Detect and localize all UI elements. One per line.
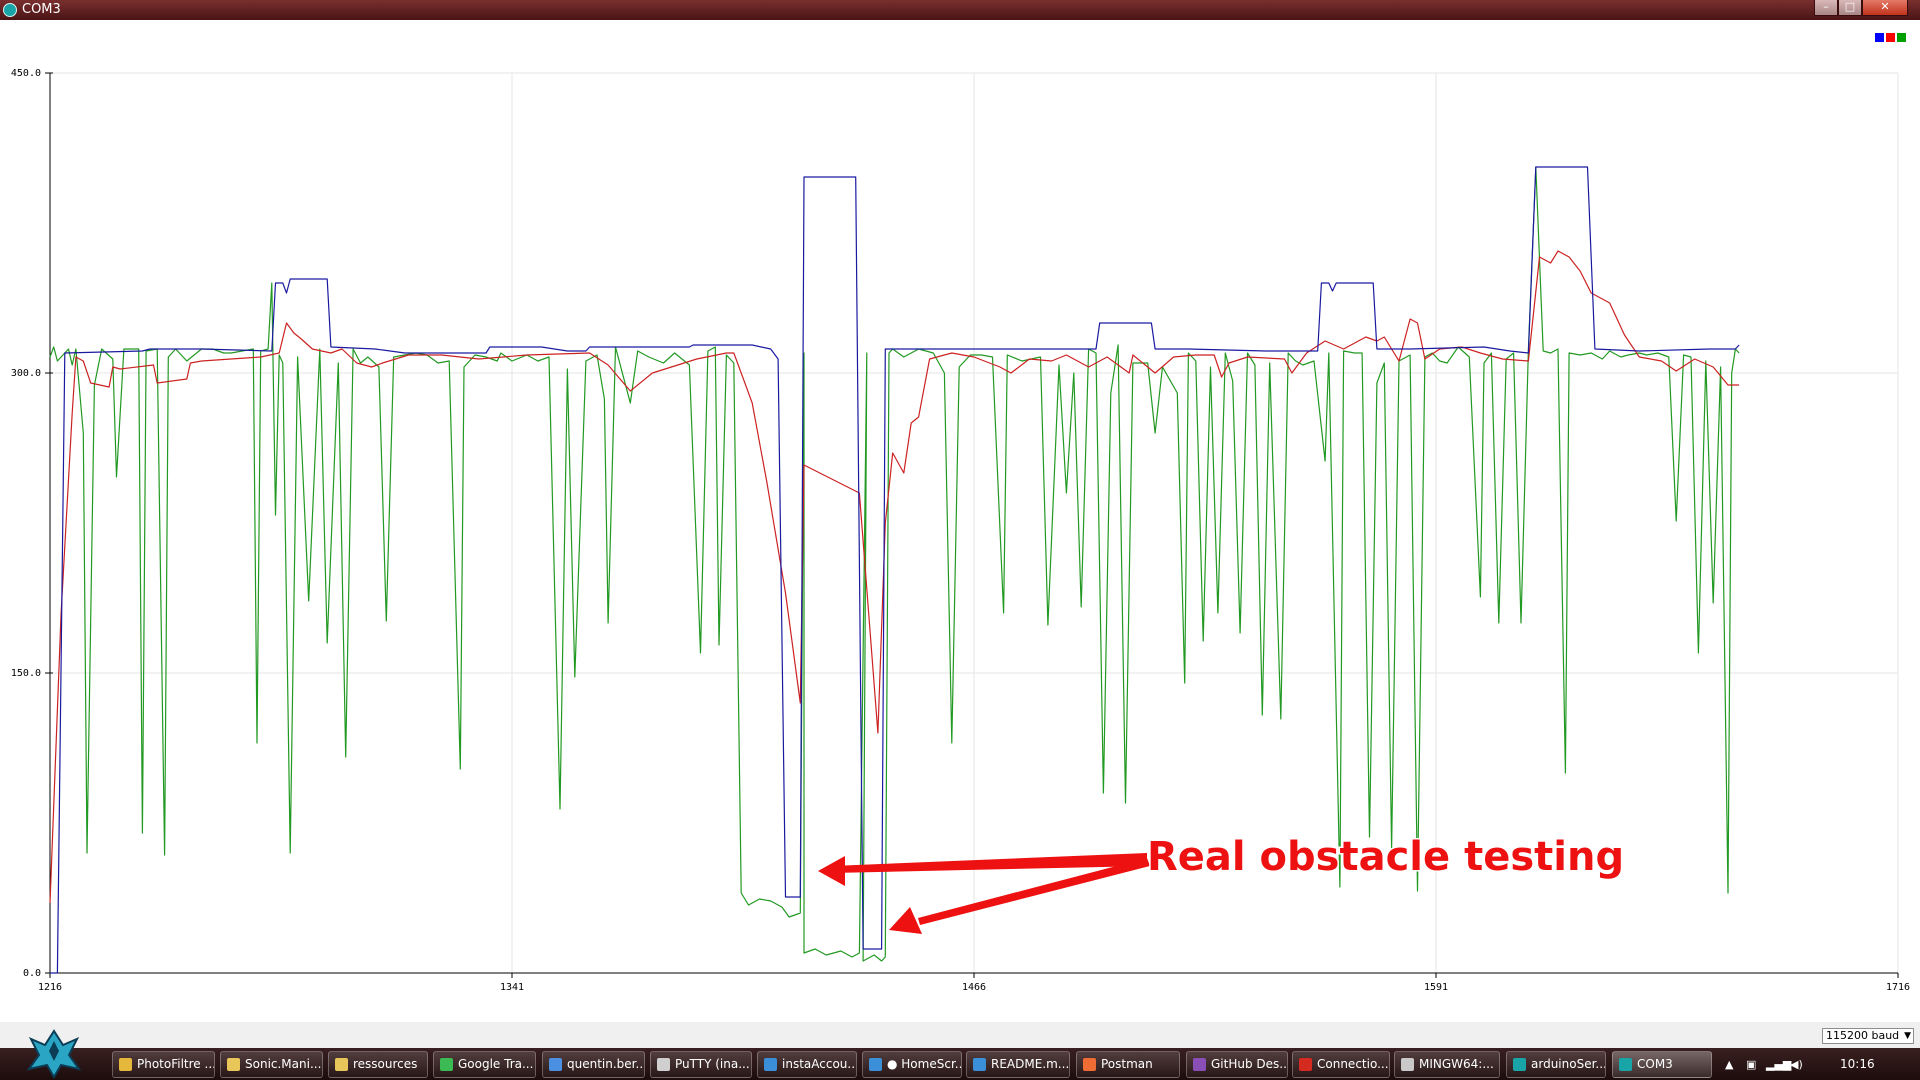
window-title: COM3	[22, 2, 61, 17]
annotation-arrowhead	[818, 856, 845, 886]
taskbar-button[interactable]: PuTTY (ina...	[650, 1051, 752, 1078]
taskbar-button-label: PhotoFiltre ...	[137, 1057, 215, 1071]
arduino-icon	[1513, 1058, 1526, 1071]
postman-icon	[1083, 1058, 1096, 1071]
taskbar-button-label: PuTTY (ina...	[675, 1057, 750, 1071]
chat-icon	[549, 1058, 562, 1071]
network-signal-icon[interactable]: ▂▄▆	[1766, 1058, 1791, 1071]
legend-swatch-green	[1897, 33, 1906, 42]
taskbar-button[interactable]: GitHub Des...	[1186, 1051, 1288, 1078]
photofiltre-icon	[119, 1058, 132, 1071]
baud-rate-select[interactable]: 115200 baud ▼	[1822, 1028, 1914, 1044]
putty-icon	[657, 1058, 670, 1071]
chart-axes: 0.0 150.0 300.0 450.0 1216 1341 1466 1591 1716	[11, 68, 1910, 993]
taskbar-button-label: Postman	[1101, 1057, 1153, 1071]
x-tick-label: 1591	[1424, 982, 1448, 993]
close-button[interactable]: ✕	[1862, 0, 1908, 16]
usb-icon[interactable]: ▣	[1746, 1058, 1756, 1071]
system-tray: ▲ ▣ ▂▄▆ ◀)	[1720, 1048, 1920, 1080]
taskbar-button-label: arduinoSer...	[1531, 1057, 1606, 1071]
volume-icon[interactable]: ◀)	[1790, 1058, 1803, 1071]
maximize-button[interactable]: □	[1838, 0, 1862, 16]
arduino-icon	[1619, 1058, 1632, 1071]
window-titlebar: COM3	[0, 0, 1920, 20]
tray-expand-icon[interactable]: ▲	[1725, 1058, 1733, 1071]
chevron-down-icon: ▼	[1904, 1031, 1911, 1041]
taskbar-button[interactable]: ● HomeScr...	[862, 1051, 962, 1078]
git-bash-icon	[1401, 1058, 1414, 1071]
taskbar-button-label: Sonic.Mani...	[245, 1057, 322, 1071]
minimize-button[interactable]: –	[1814, 0, 1838, 16]
y-tick-label: 300.0	[11, 368, 41, 379]
folder-icon	[227, 1058, 240, 1071]
folder-icon	[335, 1058, 348, 1071]
line-chart: 0.0 150.0 300.0 450.0 1216 1341 1466 1591 1716 R…	[11, 68, 1910, 993]
taskbar-button-label: ● HomeScr...	[887, 1057, 962, 1071]
x-tick-label: 1341	[500, 982, 524, 993]
taskbar-button[interactable]: README.m...	[966, 1051, 1070, 1078]
serial-plotter-area: 0.0 150.0 300.0 450.0 1216 1341 1466 1591 1716 R…	[0, 20, 1920, 1022]
taskbar-button-label: quentin.ber...	[567, 1057, 645, 1071]
start-button-icon[interactable]	[25, 1025, 83, 1080]
baud-rate-value: 115200 baud	[1826, 1029, 1900, 1042]
vscode-icon	[764, 1058, 777, 1071]
taskbar-button-label: COM3	[1637, 1057, 1673, 1071]
tray-clock[interactable]: 10:16	[1840, 1057, 1875, 1071]
vscode-icon	[869, 1058, 882, 1071]
x-tick-label: 1466	[962, 982, 986, 993]
y-tick-label: 150.0	[11, 668, 41, 679]
plotter-bottom-bar	[0, 1022, 1920, 1048]
taskbar-button[interactable]: Google Tra...	[433, 1051, 536, 1078]
taskbar-button-label: GitHub Des...	[1211, 1057, 1288, 1071]
vscode-icon	[973, 1058, 986, 1071]
taskbar-button[interactable]: Postman	[1076, 1051, 1180, 1078]
taskbar-button[interactable]: Connectio...	[1292, 1051, 1390, 1078]
taskbar-button[interactable]: instaAccou...	[757, 1051, 857, 1078]
taskbar-button[interactable]: arduinoSer...	[1506, 1051, 1606, 1078]
annotation-group: Real obstacle testing	[818, 833, 1626, 934]
legend-swatch-blue	[1875, 33, 1884, 42]
taskbar-button-label: instaAccou...	[782, 1057, 857, 1071]
x-tick-label: 1216	[38, 982, 62, 993]
x-tick-label: 1716	[1886, 982, 1910, 993]
taskbar-button-label: Google Tra...	[458, 1057, 534, 1071]
taskbar-button-label: ressources	[353, 1057, 418, 1071]
annotation-arrowhead	[889, 907, 922, 934]
taskbar-button[interactable]: ressources	[328, 1051, 428, 1078]
legend-swatch-red	[1886, 33, 1895, 42]
taskbar-button[interactable]: PhotoFiltre ...	[112, 1051, 215, 1078]
arduino-icon	[3, 3, 17, 17]
taskbar-button-label: README.m...	[991, 1057, 1070, 1071]
taskbar-button[interactable]: Sonic.Mani...	[220, 1051, 323, 1078]
taskbar-button-label: MINGW64:...	[1419, 1057, 1494, 1071]
annotation-label: Real obstacle testing	[1147, 834, 1624, 880]
github-icon	[1193, 1058, 1206, 1071]
y-tick-label: 450.0	[11, 68, 41, 79]
annotation-arrow-shaft	[832, 853, 1147, 873]
filezilla-icon	[1299, 1058, 1312, 1071]
taskbar-button[interactable]: quentin.ber...	[542, 1051, 645, 1078]
taskbar-button[interactable]: MINGW64:...	[1394, 1051, 1500, 1078]
y-tick-label: 0.0	[23, 968, 41, 979]
chrome-icon	[440, 1058, 453, 1071]
taskbar-button[interactable]: COM3	[1612, 1051, 1712, 1078]
taskbar-button-label: Connectio...	[1317, 1057, 1389, 1071]
